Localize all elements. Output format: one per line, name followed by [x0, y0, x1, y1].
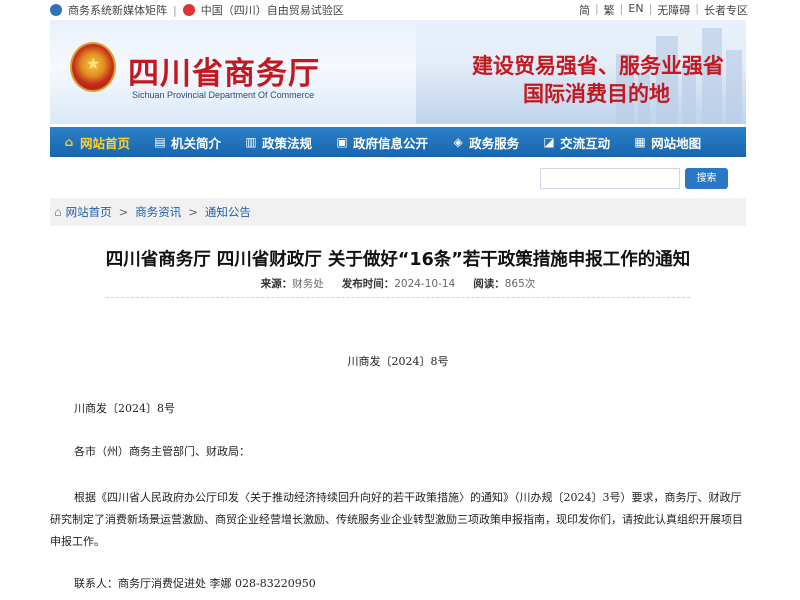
nav-item-sitemap[interactable]: ▦ 网站地图: [621, 127, 712, 157]
nav-label: 网站首页: [80, 135, 131, 151]
slogan-line-2: 国际消费目的地: [523, 81, 670, 106]
chevron-right-icon: >: [118, 205, 129, 219]
top-left-links: 商务系统新媒体矩阵 | 中国（四川）自由贸易试验区: [50, 2, 344, 18]
traditional-chinese-link[interactable]: 繁: [604, 2, 615, 18]
national-emblem-icon: [70, 42, 116, 92]
nav-item-about[interactable]: ▤ 机关简介: [141, 127, 232, 157]
media-matrix-icon: [50, 4, 62, 16]
link-divider: |: [695, 2, 699, 15]
home-icon: ⌂: [64, 135, 74, 149]
article-paragraph: 根据《四川省人民政府办公厅印发〈关于推动经济持续回升向好的若干政策措施〉的通知》…: [50, 491, 743, 548]
elderly-mode-link[interactable]: 长者专区: [704, 2, 748, 18]
nav-item-gov-services[interactable]: ◈ 政务服务: [439, 127, 530, 157]
nav-item-info-disclosure[interactable]: ▣ 政府信息公开: [323, 127, 439, 157]
source-label: 来源：: [260, 278, 293, 290]
top-divider: |: [173, 3, 177, 17]
skyline-building: [726, 50, 742, 124]
free-trade-zone-link[interactable]: 中国（四川）自由贸易试验区: [201, 2, 344, 18]
nav-label: 网站地图: [651, 135, 702, 151]
article-title: 四川省商务厅 四川省财政厅 关于做好“16条”若干政策措施申报工作的通知: [105, 250, 691, 270]
nav-label: 机关简介: [171, 135, 222, 151]
info-icon: ▣: [336, 135, 348, 149]
free-trade-zone-icon: [182, 4, 195, 16]
views-label: 阅读：: [473, 278, 505, 290]
top-right-links: 简 | 繁 | EN | 无障碍 | 长者专区: [579, 2, 748, 18]
views-value: 865次: [504, 278, 536, 290]
date-value: 2024-10-14: [394, 278, 456, 290]
breadcrumb-home-icon: ⌂: [54, 205, 62, 219]
article-paragraph: 各市（州）商务主管部门、财政局：: [74, 445, 250, 458]
accessibility-link[interactable]: 无障碍: [657, 2, 690, 18]
nav-label: 政府信息公开: [353, 135, 429, 151]
chevron-right-icon: >: [188, 205, 198, 219]
nav-item-interaction[interactable]: ◪ 交流互动: [530, 127, 621, 157]
link-divider: |: [619, 2, 624, 15]
document-number: 川商发〔2024〕8号: [347, 355, 449, 368]
top-utility-bar: 商务系统新媒体矩阵 | 中国（四川）自由贸易试验区 简 | 繁 | EN | 无…: [0, 0, 800, 18]
nav-item-policies[interactable]: ▥ 政策法规: [232, 127, 323, 157]
chat-icon: ◪: [543, 135, 555, 149]
nav-label: 政策法规: [262, 135, 313, 151]
org-name-english: Sichuan Provincial Department Of Commerc…: [132, 90, 315, 100]
meta-divider: [106, 297, 690, 298]
simplified-chinese-link[interactable]: 简: [579, 2, 590, 18]
org-name: 四川省商务厅: [128, 56, 320, 92]
article-meta: 来源：财务处 发布时间：2024-10-14 阅读：865次: [50, 276, 746, 291]
nav-label: 政务服务: [469, 135, 520, 151]
media-matrix-link[interactable]: 商务系统新媒体矩阵: [68, 2, 167, 18]
main-nav: ⌂ 网站首页 ▤ 机关简介 ▥ 政策法规 ▣ 政府信息公开 ◈ 政务服务 ◪ 交…: [50, 127, 746, 157]
service-icon: ◈: [453, 135, 463, 149]
english-link[interactable]: EN: [628, 2, 643, 18]
breadcrumb: ⌂ 网站首页 > 商务资讯 > 通知公告: [50, 198, 746, 226]
source-value: 财务处: [292, 278, 324, 290]
search-button[interactable]: 搜索: [685, 168, 728, 189]
search-input[interactable]: [540, 168, 680, 189]
document-icon: ▤: [154, 135, 166, 149]
contact-info: 联系人：商务厅消费促进处 李娜 028-83220950: [74, 577, 316, 590]
header-banner: 四川省商务厅 Sichuan Provincial Department Of …: [50, 20, 746, 124]
breadcrumb-home[interactable]: 网站首页: [66, 204, 112, 220]
nav-label: 交流互动: [560, 135, 611, 151]
breadcrumb-news[interactable]: 商务资讯: [135, 204, 181, 220]
date-label: 发布时间：: [341, 278, 395, 290]
slogan-line-1: 建设贸易强省、服务业强省: [472, 53, 724, 78]
breadcrumb-notices[interactable]: 通知公告: [205, 204, 251, 220]
link-divider: |: [648, 2, 653, 15]
link-divider: |: [594, 2, 599, 15]
article-paragraph: 川商发〔2024〕8号: [74, 402, 175, 415]
map-icon: ▦: [634, 135, 646, 149]
nav-item-home[interactable]: ⌂ 网站首页: [50, 127, 141, 157]
book-icon: ▥: [245, 135, 257, 149]
